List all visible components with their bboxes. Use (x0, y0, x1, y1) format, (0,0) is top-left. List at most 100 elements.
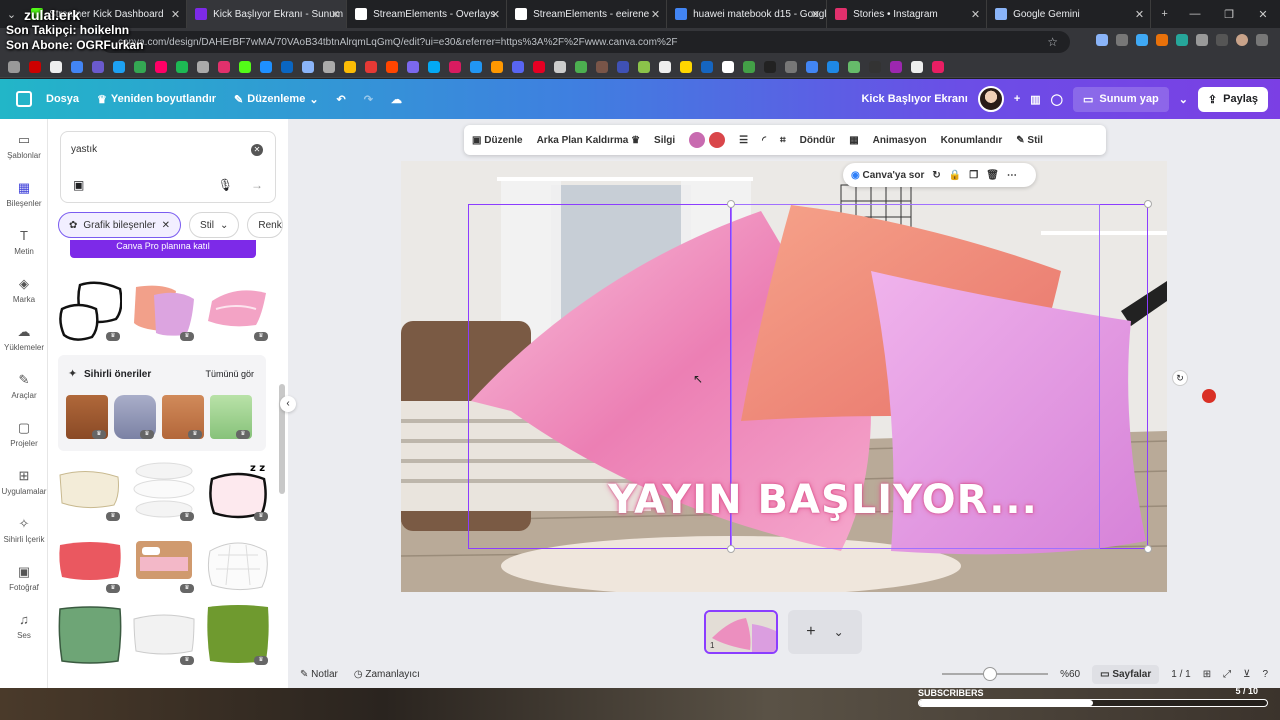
bookmark-icon[interactable] (113, 60, 125, 73)
satin-pillow-element[interactable]: ♛ (206, 279, 270, 341)
close-tab-icon[interactable]: ✕ (491, 8, 500, 21)
zoom-slider[interactable] (942, 667, 1049, 681)
extension-icon[interactable] (1096, 34, 1108, 46)
bookmark-icon[interactable] (806, 60, 818, 73)
sleeping-pillow-element[interactable]: z z ♛ (206, 459, 270, 521)
rotate-button[interactable]: Döndür (800, 135, 836, 146)
resize-handle[interactable] (1144, 545, 1152, 553)
rail-item[interactable]: ◈ Marka (0, 277, 48, 305)
home-icon[interactable] (16, 91, 32, 107)
bookmark-icon[interactable] (890, 60, 902, 73)
bookmark-icon[interactable] (554, 60, 566, 73)
bookmark-icon[interactable] (407, 60, 419, 73)
more-icon[interactable]: ⋯ (1007, 170, 1017, 181)
browser-tab[interactable]: Stories • Instagram ✕ (827, 0, 988, 28)
new-tab-button[interactable]: + (1151, 0, 1178, 28)
delete-icon[interactable]: 🗑 (986, 170, 999, 181)
extension-icon[interactable] (1156, 34, 1168, 46)
wardrobe-element[interactable]: ♛ (66, 395, 108, 439)
rail-item[interactable]: ☁ Yüklemeler (0, 325, 48, 353)
bookmark-icon[interactable] (428, 60, 440, 73)
file-menu[interactable]: Dosya (46, 93, 79, 105)
bookmark-icon[interactable] (827, 60, 839, 73)
rail-item[interactable]: ▭ Şablonlar (0, 133, 48, 161)
pillow-element[interactable]: ♛ (114, 395, 156, 439)
style-button[interactable]: ✎ Stil (1016, 135, 1043, 146)
bookmark-icon[interactable] (8, 60, 20, 73)
color-swatch[interactable] (689, 132, 706, 148)
puzzle-icon[interactable] (1196, 34, 1208, 46)
extension-icon[interactable] (1176, 34, 1188, 46)
resize-handle[interactable] (727, 200, 735, 208)
resize-handle[interactable] (1144, 200, 1152, 208)
bookmark-icon[interactable] (638, 60, 650, 73)
rail-item[interactable]: ▣ Fotoğraf (0, 565, 48, 593)
white-pillow-stack-element[interactable]: ♛ (132, 459, 196, 521)
bookmark-icon[interactable] (869, 60, 881, 73)
comment-icon[interactable]: ◯ (1051, 93, 1063, 106)
page-thumbnail[interactable]: 1 (704, 610, 778, 654)
close-tab-icon[interactable]: ✕ (331, 8, 340, 21)
add-collaborator-icon[interactable]: + (1014, 93, 1020, 105)
share-button[interactable]: ⇪ Paylaş (1197, 86, 1268, 112)
bed-element[interactable]: ♛ (132, 531, 196, 593)
rail-item[interactable]: ▦ Bileşenler (0, 181, 48, 209)
close-tab-icon[interactable]: ✕ (971, 8, 980, 21)
bookmark-icon[interactable] (575, 60, 587, 73)
add-page-button[interactable]: + ⌄ (788, 610, 862, 654)
rail-item[interactable]: ▢ Projeler (0, 421, 48, 449)
bookmark-icon[interactable] (680, 60, 692, 73)
bookmark-icon[interactable] (197, 60, 209, 73)
bookmark-icon[interactable] (323, 60, 335, 73)
bookmark-icon[interactable] (743, 60, 755, 73)
insights-icon[interactable]: ▥ (1030, 93, 1040, 106)
url-field[interactable]: canva.com/design/DAHErBF7wMA/70VAoB34tbt… (100, 31, 1070, 53)
browser-tab[interactable]: huawei matebook d15 - Google ✕ (667, 0, 828, 28)
download-icon[interactable]: ⊻ (1243, 669, 1250, 680)
maximize-icon[interactable]: ❐ (1212, 8, 1246, 21)
user-avatar[interactable] (977, 86, 1004, 112)
bookmark-icon[interactable] (71, 60, 83, 73)
pro-upgrade-button[interactable]: Canva Pro planına katıl (70, 240, 256, 258)
bookmark-icon[interactable] (764, 60, 776, 73)
pink-pillows-element[interactable]: ♛ (132, 279, 196, 341)
zoom-level[interactable]: %60 (1060, 669, 1080, 680)
red-pillow-element[interactable]: ♛ (58, 531, 122, 593)
bookmark-icon[interactable] (932, 60, 944, 73)
desk-element[interactable]: ♛ (162, 395, 204, 439)
fullscreen-icon[interactable]: ⤢ (1223, 669, 1231, 680)
bookmark-icon[interactable] (260, 60, 272, 73)
submit-arrow-icon[interactable]: → (251, 178, 263, 192)
close-tab-icon[interactable]: ✕ (1135, 8, 1144, 21)
design-canvas[interactable]: YAYIN BAŞLIYOR... (401, 161, 1167, 592)
clear-search-icon[interactable]: ✕ (251, 144, 263, 156)
present-button[interactable]: ▭ Sunum yap (1072, 86, 1169, 112)
close-tab-icon[interactable]: ✕ (651, 8, 660, 21)
extension-icon[interactable] (1116, 34, 1128, 46)
minimize-icon[interactable]: — (1178, 8, 1212, 21)
close-tab-icon[interactable]: ✕ (811, 8, 820, 21)
bookmark-icon[interactable] (617, 60, 629, 73)
microphone-icon[interactable]: 🎙 (218, 178, 233, 192)
present-chevron-icon[interactable]: ⌄ (1179, 93, 1188, 106)
close-window-icon[interactable]: ✕ (1246, 8, 1280, 21)
design-title[interactable]: Kick Başlıyor Ekranı (861, 93, 967, 105)
grid-view-icon[interactable]: ⊞ (1203, 669, 1211, 680)
bookmark-icon[interactable] (596, 60, 608, 73)
border-style-icon[interactable]: ☰ (739, 135, 748, 146)
notes-button[interactable]: ✎ Notlar (300, 669, 338, 680)
rail-item[interactable]: ✧ Sihirli İçerik (0, 517, 48, 545)
animate-button[interactable]: Animasyon (873, 135, 927, 146)
bookmark-icon[interactable] (911, 60, 923, 73)
panel-scrollbar[interactable] (279, 254, 285, 614)
bookmark-icon[interactable] (365, 60, 377, 73)
browser-tab[interactable]: Kick Başlıyor Ekranı - Sunum ✕ (187, 0, 348, 28)
chip-color[interactable]: Renk (247, 212, 284, 238)
duvet-element[interactable] (206, 531, 270, 593)
eraser-button[interactable]: Silgi (654, 135, 675, 146)
extension-icon[interactable] (1136, 34, 1148, 46)
bookmark-icon[interactable] (176, 60, 188, 73)
color-swatch[interactable] (709, 132, 726, 148)
redo-button[interactable]: ↷ (364, 93, 373, 106)
sidebar-icon[interactable] (1216, 34, 1228, 46)
